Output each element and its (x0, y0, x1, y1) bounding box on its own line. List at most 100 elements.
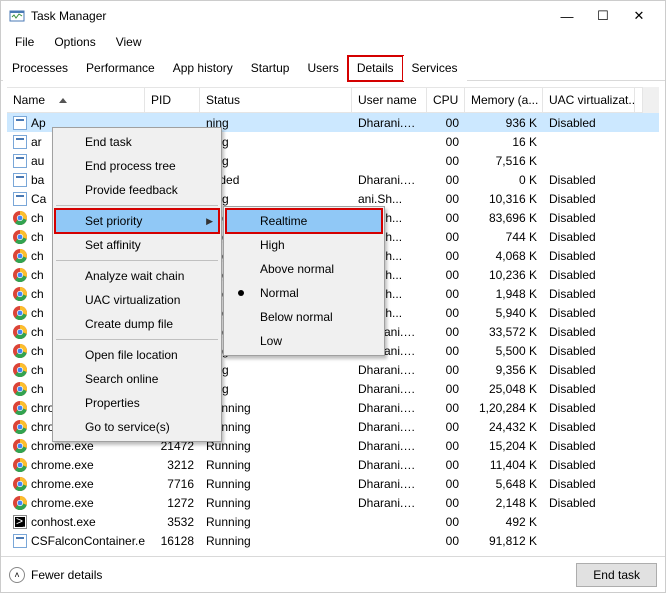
process-cpu: 00 (427, 363, 465, 377)
table-row[interactable]: >_conhost.exe3532Running00492 K (7, 512, 659, 531)
bullet-icon (238, 290, 244, 296)
process-name: ch (31, 382, 44, 396)
process-status: ning (200, 135, 352, 149)
column-headers: Name PID Status User name CPU Memory (a.… (7, 87, 642, 113)
tab-processes[interactable]: Processes (3, 56, 77, 81)
process-name: CSFalconContainer.e (31, 534, 145, 548)
process-uac: Disabled (543, 230, 635, 244)
ctx-open-loc[interactable]: Open file location (55, 343, 219, 367)
process-cpu: 00 (427, 382, 465, 396)
process-name: ch (31, 211, 44, 225)
tab-startup[interactable]: Startup (242, 56, 299, 81)
menu-options[interactable]: Options (44, 33, 105, 51)
col-status[interactable]: Status (200, 88, 352, 112)
svg-text:>_: >_ (16, 517, 25, 527)
ctx-set-priority[interactable]: Set priority (55, 209, 219, 233)
col-mem[interactable]: Memory (a... (465, 88, 543, 112)
ctx-end-task[interactable]: End task (55, 130, 219, 154)
col-pid[interactable]: PID (145, 88, 200, 112)
ctx-feedback[interactable]: Provide feedback (55, 178, 219, 202)
ctx-properties[interactable]: Properties (55, 391, 219, 415)
col-user[interactable]: User name (352, 88, 427, 112)
process-cpu: 00 (427, 344, 465, 358)
process-user: Dharani.Sh... (352, 496, 427, 510)
close-button[interactable]: ✕ (621, 1, 657, 31)
priority-normal[interactable]: Normal (226, 281, 382, 305)
process-memory: 7,516 K (465, 154, 543, 168)
tab-performance[interactable]: Performance (77, 56, 164, 81)
process-status: ended (200, 173, 352, 187)
process-uac: Disabled (543, 325, 635, 339)
table-row[interactable]: CSFalconContainer.e16128Running0091,812 … (7, 531, 659, 550)
process-icon (13, 496, 27, 510)
process-uac: Disabled (543, 477, 635, 491)
priority-below-normal[interactable]: Below normal (226, 305, 382, 329)
ctx-goto-services[interactable]: Go to service(s) (55, 415, 219, 439)
process-uac: Disabled (543, 173, 635, 187)
process-icon (13, 211, 27, 225)
minimize-button[interactable]: — (549, 1, 585, 31)
ctx-set-affinity[interactable]: Set affinity (55, 233, 219, 257)
ctx-search[interactable]: Search online (55, 367, 219, 391)
status-bar: ˄ Fewer details End task (1, 556, 665, 592)
col-cpu[interactable]: CPU (427, 88, 465, 112)
menu-bar: File Options View (1, 31, 665, 53)
tab-app-history[interactable]: App history (164, 56, 242, 81)
process-memory: 9,356 K (465, 363, 543, 377)
ctx-uac[interactable]: UAC virtualization (55, 288, 219, 312)
table-row[interactable]: chrome.exe3212RunningDharani.Sh...0011,4… (7, 455, 659, 474)
process-memory: 1,20,284 K (465, 401, 543, 415)
table-row[interactable]: chrome.exe7716RunningDharani.Sh...005,64… (7, 474, 659, 493)
fewer-details-label: Fewer details (31, 568, 102, 582)
priority-above-normal[interactable]: Above normal (226, 257, 382, 281)
process-cpu: 00 (427, 420, 465, 434)
tab-users[interactable]: Users (298, 56, 347, 81)
process-cpu: 00 (427, 268, 465, 282)
tab-details[interactable]: Details (348, 56, 403, 81)
process-uac: Disabled (543, 116, 635, 130)
process-name: chrome.exe (31, 477, 94, 491)
ctx-dump[interactable]: Create dump file (55, 312, 219, 336)
process-icon (13, 249, 27, 263)
fewer-details-link[interactable]: ˄ Fewer details (9, 567, 102, 583)
details-content: Name PID Status User name CPU Memory (a.… (1, 81, 665, 556)
process-name: Ca (31, 192, 46, 206)
process-icon (13, 458, 27, 472)
process-uac: Disabled (543, 344, 635, 358)
process-name: ch (31, 249, 44, 263)
process-cpu: 00 (427, 135, 465, 149)
process-memory: 492 K (465, 515, 543, 529)
tab-services[interactable]: Services (403, 56, 467, 81)
priority-low[interactable]: Low (226, 329, 382, 353)
process-uac: Disabled (543, 496, 635, 510)
process-uac: Disabled (543, 401, 635, 415)
table-row[interactable]: chrome.exe1272RunningDharani.Sh...002,14… (7, 493, 659, 512)
priority-high[interactable]: High (226, 233, 382, 257)
col-name[interactable]: Name (7, 88, 145, 112)
process-uac: Disabled (543, 306, 635, 320)
process-user: Dharani.Sh... (352, 477, 427, 491)
process-uac: Disabled (543, 211, 635, 225)
process-icon (13, 192, 27, 206)
priority-realtime[interactable]: Realtime (226, 209, 382, 233)
process-icon (13, 439, 27, 453)
process-name: Ap (31, 116, 46, 130)
process-user: Dharani.Sh... (352, 116, 427, 130)
col-uac[interactable]: UAC virtualizat... (543, 88, 635, 112)
end-task-button[interactable]: End task (576, 563, 657, 587)
process-icon (13, 363, 27, 377)
process-icon (13, 306, 27, 320)
menu-file[interactable]: File (5, 33, 44, 51)
process-memory: 5,940 K (465, 306, 543, 320)
process-icon (13, 154, 27, 168)
process-pid: 3212 (145, 458, 200, 472)
process-cpu: 00 (427, 192, 465, 206)
ctx-end-tree[interactable]: End process tree (55, 154, 219, 178)
process-pid: 1272 (145, 496, 200, 510)
menu-view[interactable]: View (106, 33, 152, 51)
process-icon (13, 135, 27, 149)
ctx-analyze[interactable]: Analyze wait chain (55, 264, 219, 288)
maximize-button[interactable]: ☐ (585, 1, 621, 31)
process-status: Running (200, 458, 352, 472)
process-user: Dharani.Sh... (352, 420, 427, 434)
